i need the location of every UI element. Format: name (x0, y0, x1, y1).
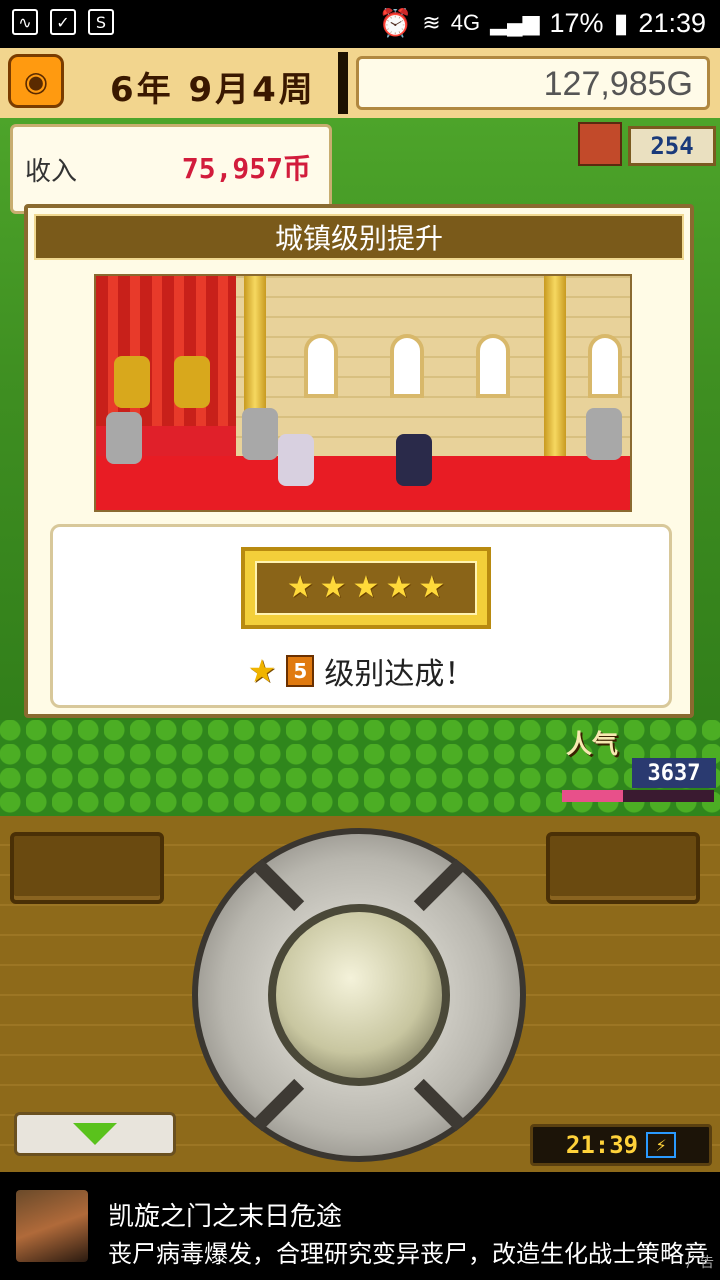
status-bar: ∿ ✓ S ⏰ ≋ 4G ▂▄▆ 17% ▮ 21:39 (0, 0, 720, 48)
hero-sprite (396, 434, 432, 486)
s-app-icon: S (88, 9, 114, 35)
house-icon (578, 122, 622, 166)
gold-display: 127,985G (356, 56, 710, 110)
ad-label: 广告 (686, 1255, 714, 1271)
star-icon: ★ (319, 570, 347, 605)
network-label: 4G (450, 10, 481, 35)
castle-window (588, 334, 622, 398)
income-value: 75,957币 (181, 152, 311, 185)
star-icon: ★ (247, 652, 277, 690)
checklist-icon: ✓ (50, 9, 76, 35)
battery-charging-icon: ⚡ (646, 1132, 677, 1158)
status-time: 21:39 (638, 7, 706, 38)
king-sprite (174, 356, 210, 408)
popularity-bar (562, 790, 714, 802)
clock-time: 21:39 (565, 1131, 639, 1159)
popularity-label: 人气 (566, 730, 619, 760)
dpad-center-button[interactable] (268, 904, 450, 1086)
dialog-title: 城镇级别提升 (34, 214, 684, 260)
star-icon: ★ (286, 570, 314, 605)
throne-room-scene (94, 274, 632, 512)
status-system: ⏰ ≋ 4G ▂▄▆ 17% ▮ 21:39 (379, 7, 706, 39)
knight-sprite (586, 408, 622, 460)
activity-icon: ∿ (12, 9, 38, 35)
star-rating: ★ ★ ★ ★ ★ (255, 561, 477, 615)
red-floor (96, 456, 630, 510)
popularity-value: 3637 (632, 758, 716, 788)
castle-window (390, 334, 424, 398)
ad-description[interactable]: 丧尸病毒爆发，合理研究变异丧尸，改造生化战士策略竞技！ (108, 1234, 708, 1269)
gold-pillar (544, 276, 566, 461)
pumpkin-menu-icon[interactable]: ◉ (8, 54, 64, 108)
ad-title[interactable]: 凯旋之门之末日危途 (108, 1196, 342, 1233)
queen-sprite (114, 356, 150, 408)
wifi-icon: ≋ (422, 10, 441, 35)
level-achieved-text: 级别达成！ (324, 657, 475, 692)
castle-window (476, 334, 510, 398)
level-achieved: ★ 5 级别达成！ (53, 649, 669, 693)
knight-sprite (106, 412, 142, 464)
left-action-button[interactable] (10, 832, 164, 904)
castle-window (304, 334, 338, 398)
castle-wall (236, 276, 630, 456)
status-notifications: ∿ ✓ S (12, 9, 114, 35)
income-panel: 收入 75,957币 (10, 124, 332, 214)
game-clock: 21:39 ⚡ (530, 1124, 712, 1166)
battery-icon: ▮ (613, 7, 629, 38)
top-bar-divider (338, 52, 348, 114)
income-label: 收入 (25, 157, 78, 187)
star-plaque: ★ ★ ★ ★ ★ (241, 547, 491, 629)
signal-icon: ▂▄▆ (490, 10, 540, 35)
star-icon: ★ (418, 570, 446, 605)
star-icon: ★ (385, 570, 413, 605)
right-action-button[interactable] (546, 832, 700, 904)
population-count: 254 (628, 126, 716, 166)
ad-banner[interactable]: 凯旋之门之末日危途 丧尸病毒爆发，合理研究变异丧尸，改造生化战士策略竞技！ 广告 (0, 1172, 720, 1280)
gold-amount: 127,985G (543, 65, 693, 103)
down-arrow-icon (73, 1123, 117, 1145)
level-up-dialog[interactable]: 城镇级别提升 ★ ★ ★ ★ ★ ★ 5 级别达成！ (24, 204, 694, 718)
knight-sprite (242, 408, 278, 460)
level-number: 5 (286, 655, 315, 687)
game-top-bar: ◉ 6年 9月4周 127,985G (0, 48, 720, 118)
ad-thumbnail[interactable] (16, 1190, 88, 1262)
star-icon: ★ (352, 570, 380, 605)
minister-sprite (278, 434, 314, 486)
popularity-bar-fill (562, 790, 623, 802)
alarm-icon: ⏰ (378, 8, 413, 38)
battery-percent: 17% (549, 7, 604, 38)
collapse-button[interactable] (14, 1112, 176, 1156)
game-date: 6年 9月4周 (110, 70, 316, 110)
level-result-panel: ★ ★ ★ ★ ★ ★ 5 级别达成！ (50, 524, 672, 708)
